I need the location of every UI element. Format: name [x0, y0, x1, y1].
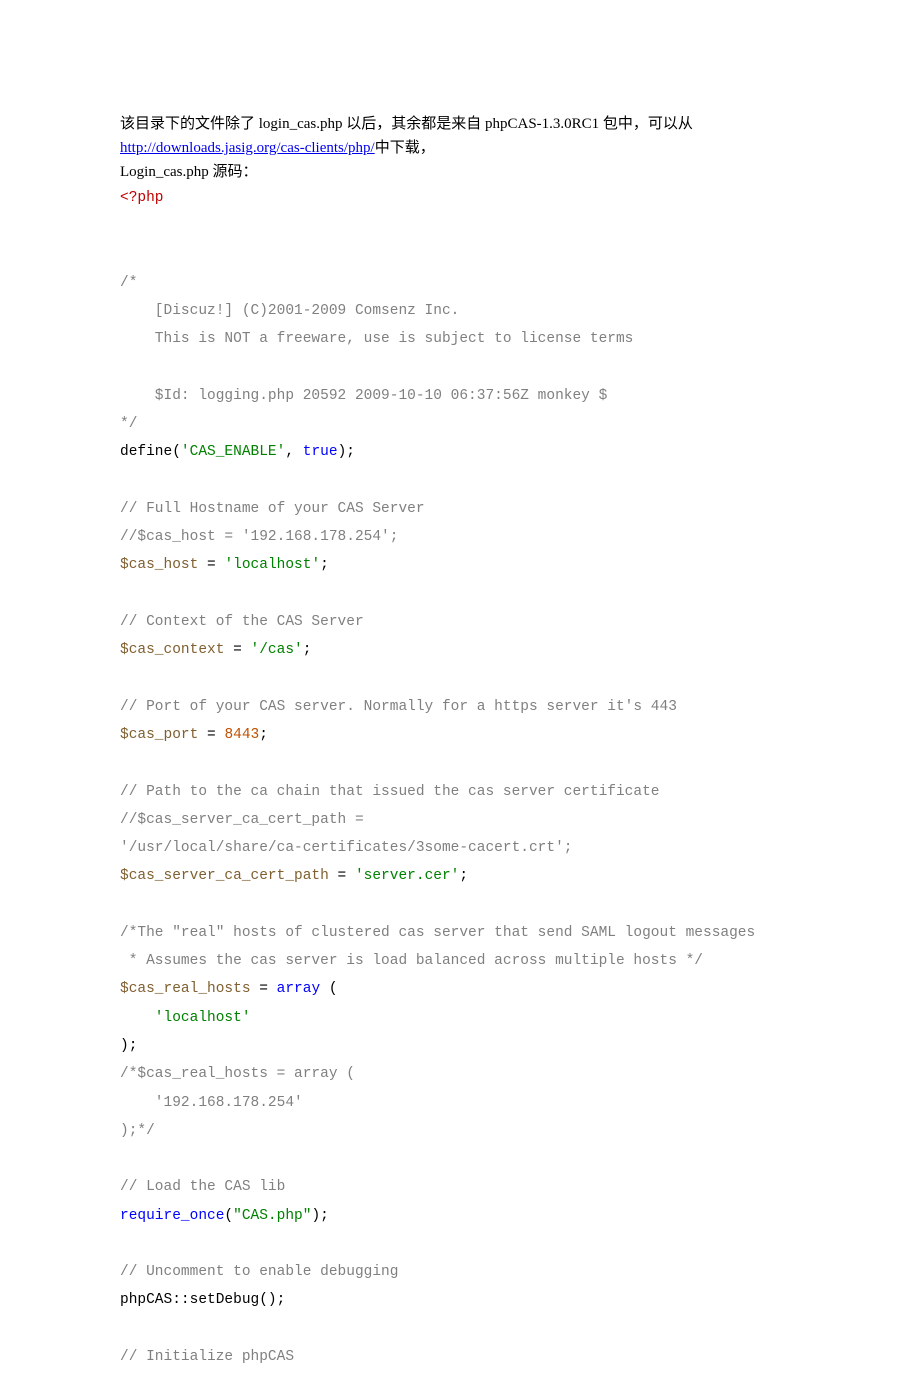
rh-cmt3: );*/ — [120, 1123, 155, 1139]
ctx-val: '/cas' — [251, 642, 303, 658]
port-val: 8443 — [224, 727, 259, 743]
php-open-tag: <?php — [120, 184, 800, 212]
rh-comment2: * Assumes the cas server is load balance… — [120, 953, 703, 969]
document-page: 该目录下的文件除了 login_cas.php 以后，其余都是来自 phpCAS… — [0, 0, 920, 1399]
ca-var: $cas_server_ca_cert_path — [120, 868, 329, 884]
host-comment1: // Full Hostname of your CAS Server — [120, 501, 425, 517]
dbg-comment: // Uncomment to enable debugging — [120, 1264, 398, 1280]
semi: ; — [320, 557, 329, 573]
semi: ; — [303, 642, 312, 658]
blank — [120, 1236, 129, 1252]
host-line: $cas_host = 'localhost'; — [120, 557, 329, 573]
rh-cmt2: '192.168.178.254' — [120, 1095, 303, 1111]
rh-cmt1: /*$cas_real_hosts = array ( — [120, 1066, 355, 1082]
port-line: $cas_port = 8443; — [120, 727, 268, 743]
define-line: define('CAS_ENABLE', true); — [120, 444, 355, 460]
blank — [120, 897, 129, 913]
blank — [120, 1321, 129, 1337]
port-comment: // Port of your CAS server. Normally for… — [120, 699, 677, 715]
host-val: 'localhost' — [224, 557, 320, 573]
comment-l3: $Id: logging.php 20592 2009-10-10 06:37:… — [120, 388, 607, 404]
blank — [120, 586, 129, 602]
comment-l1: [Discuz!] (C)2001-2009 Comsenz Inc. — [120, 303, 459, 319]
ca-comment2: //$cas_server_ca_cert_path = — [120, 812, 364, 828]
init-comment: // Initialize phpCAS — [120, 1349, 294, 1365]
comment-open: /* — [120, 275, 137, 291]
define-fn: define( — [120, 444, 181, 460]
lib-comment: // Load the CAS lib — [120, 1179, 285, 1195]
rh-var: $cas_real_hosts — [120, 981, 251, 997]
blank — [120, 1151, 129, 1167]
download-link[interactable]: http://downloads.jasig.org/cas-clients/p… — [120, 140, 375, 156]
dbg-call: phpCAS::setDebug(); — [120, 1292, 285, 1308]
host-comment2: //$cas_host = '192.168.178.254'; — [120, 529, 398, 545]
host-var: $cas_host — [120, 557, 198, 573]
define-str: 'CAS_ENABLE' — [181, 444, 285, 460]
intro-line2: Login_cas.php 源码： — [120, 160, 800, 184]
intro-link-suffix: 中下载， — [375, 140, 435, 156]
rh-item: 'localhost' — [120, 1010, 251, 1026]
rh-eq: = — [251, 981, 277, 997]
comment-close: */ — [120, 416, 137, 432]
req-fn: require_once — [120, 1208, 224, 1224]
ca-val: 'server.cer' — [355, 868, 459, 884]
ca-comment3: '/usr/local/share/ca-certificates/3some-… — [120, 840, 572, 856]
eq: = — [224, 642, 250, 658]
ctx-line: $cas_context = '/cas'; — [120, 642, 311, 658]
req-line: require_once("CAS.php"); — [120, 1208, 329, 1224]
comment-l2: This is NOT a freeware, use is subject t… — [120, 331, 633, 347]
rh-close: ); — [120, 1038, 137, 1054]
blank — [120, 473, 129, 489]
eq: = — [198, 557, 224, 573]
req-open: ( — [224, 1208, 233, 1224]
define-true: true — [303, 444, 338, 460]
define-end: ); — [338, 444, 355, 460]
semi: ; — [259, 727, 268, 743]
blank — [120, 755, 129, 771]
define-comma: , — [285, 444, 302, 460]
intro-line1-pre: 该目录下的文件除了 login_cas.php 以后，其余都是来自 phpCAS… — [120, 116, 693, 132]
eq: = — [198, 727, 224, 743]
blank — [120, 360, 129, 376]
req-str: "CAS.php" — [233, 1208, 311, 1224]
rh-comment1: /*The "real" hosts of clustered cas serv… — [120, 925, 755, 941]
rh-line1: $cas_real_hosts = array ( — [120, 981, 338, 997]
eq: = — [329, 868, 355, 884]
intro-block: 该目录下的文件除了 login_cas.php 以后，其余都是来自 phpCAS… — [120, 112, 800, 212]
ctx-comment: // Context of the CAS Server — [120, 614, 364, 630]
code-block: /* [Discuz!] (C)2001-2009 Comsenz Inc. T… — [120, 212, 800, 1399]
ca-comment1: // Path to the ca chain that issued the … — [120, 784, 660, 800]
port-var: $cas_port — [120, 727, 198, 743]
rh-open: ( — [320, 981, 337, 997]
blank — [120, 671, 129, 687]
ctx-var: $cas_context — [120, 642, 224, 658]
semi: ; — [459, 868, 468, 884]
req-end: ); — [311, 1208, 328, 1224]
ca-line: $cas_server_ca_cert_path = 'server.cer'; — [120, 868, 468, 884]
blank — [120, 247, 129, 263]
rh-array: array — [277, 981, 321, 997]
